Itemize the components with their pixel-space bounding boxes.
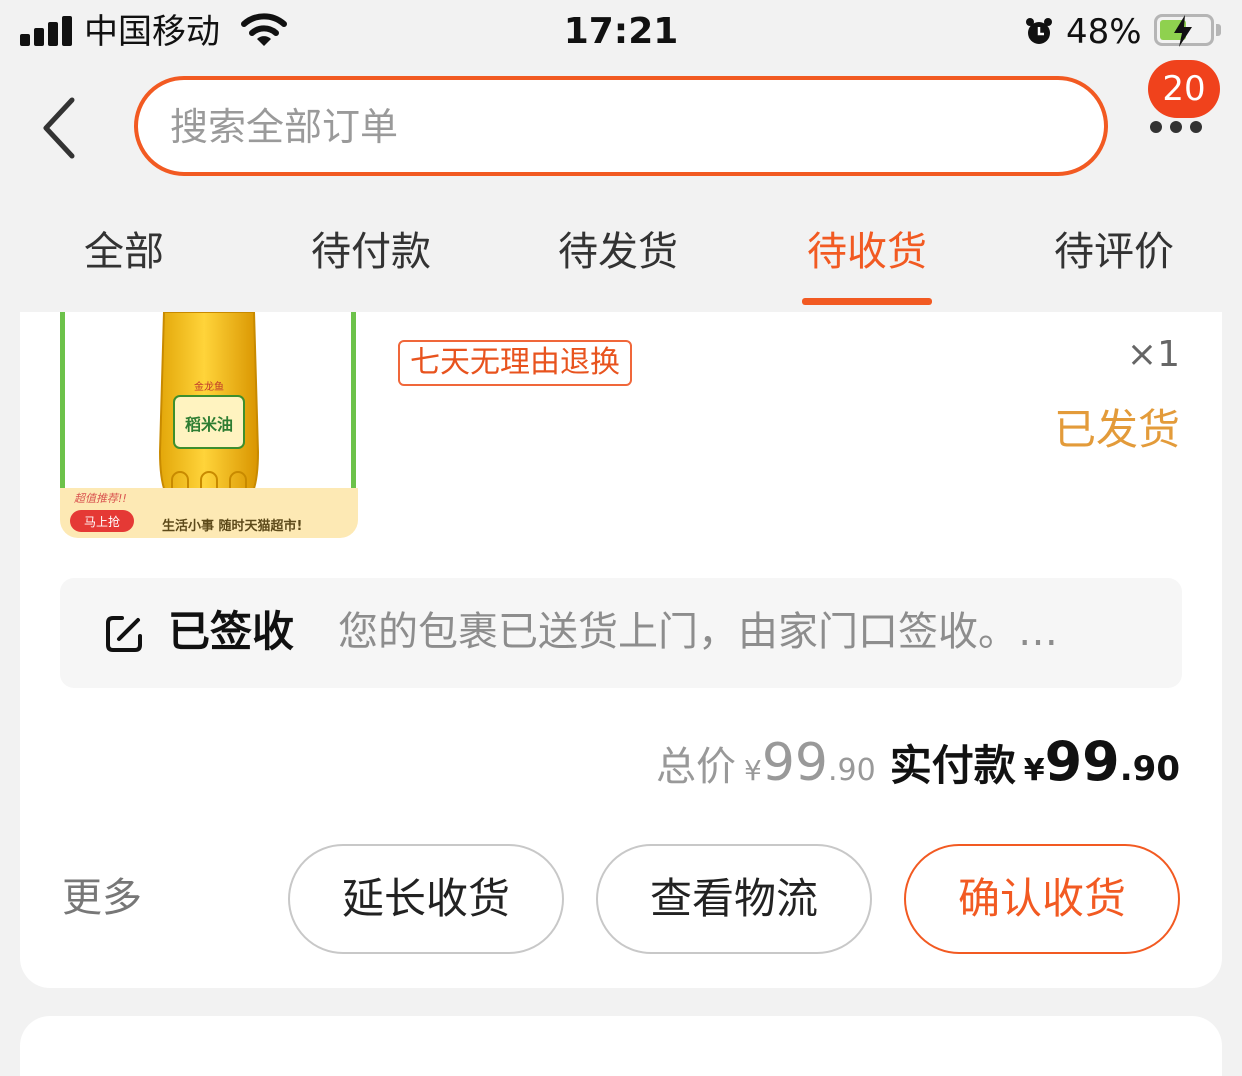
paid-price-label: 实付款	[889, 741, 1016, 790]
price-summary: 总价 ¥99.90 实付款 ¥99.90	[656, 730, 1180, 807]
product-image[interactable]: 金龙鱼 稻米油 超值推荐!! 马上抢 生活小事 随时天猫超市!	[60, 312, 358, 538]
view-logistics-button[interactable]: 查看物流	[596, 844, 872, 954]
order-tabs: 全部 待付款 待发货 待收货 待评价	[0, 210, 1242, 310]
tab-pending-shipment[interactable]: 待发货	[518, 222, 718, 282]
logistics-status: 已签收	[168, 607, 295, 656]
extend-receipt-button[interactable]: 延长收货	[288, 844, 564, 954]
item-quantity: ×1	[1126, 334, 1180, 375]
return-policy-tag: 七天无理由退换	[398, 340, 632, 386]
tab-pending-payment[interactable]: 待付款	[271, 222, 471, 282]
logistics-summary[interactable]: 已签收 您的包裹已送货上门，由家门口签收。…	[60, 578, 1182, 688]
paid-price-currency: ¥	[1023, 753, 1045, 788]
total-price-integer: 99	[761, 733, 828, 793]
total-price-decimal: .90	[828, 753, 876, 788]
logistics-message: 您的包裹已送货上门，由家门口签收。…	[338, 609, 1058, 655]
status-bar: 中国移动 17:21 48%	[0, 0, 1242, 64]
more-options-icon[interactable]	[1144, 116, 1208, 140]
product-name: 稻米油	[185, 415, 233, 434]
order-card: 金龙鱼 稻米油 超值推荐!! 马上抢 生活小事 随时天猫超市! 七天无理由退换 …	[20, 312, 1222, 988]
search-box[interactable]	[134, 76, 1108, 176]
signed-edit-icon	[106, 616, 142, 652]
tab-pending-review[interactable]: 待评价	[1014, 222, 1214, 282]
paid-price-integer: 99	[1044, 730, 1120, 793]
battery-cap	[1216, 24, 1221, 36]
alarm-icon	[1026, 18, 1052, 44]
battery-icon	[1154, 14, 1214, 47]
total-price-currency: ¥	[744, 754, 762, 787]
promo-tag: 超值推荐!!	[74, 492, 127, 505]
tab-pending-receipt[interactable]: 待收货	[767, 222, 967, 282]
active-tab-indicator	[802, 298, 932, 305]
message-badge: 20	[1148, 60, 1220, 118]
paid-price-decimal: .90	[1119, 749, 1180, 789]
confirm-receipt-button[interactable]: 确认收货	[904, 844, 1180, 954]
total-price-label: 总价	[656, 744, 736, 790]
shipping-status: 已发货	[1053, 405, 1180, 454]
next-order-card	[20, 1016, 1222, 1076]
search-input[interactable]	[168, 96, 1052, 158]
product-brand: 金龙鱼	[194, 380, 224, 393]
tab-all[interactable]: 全部	[24, 222, 224, 282]
back-arrow-icon[interactable]	[36, 96, 84, 160]
battery-percent: 48%	[1066, 12, 1142, 52]
more-actions-link[interactable]: 更多	[62, 868, 142, 928]
clock: 17:21	[563, 11, 679, 52]
promo-slogan: 生活小事 随时天猫超市!	[162, 518, 302, 534]
promo-button: 马上抢	[84, 514, 120, 529]
